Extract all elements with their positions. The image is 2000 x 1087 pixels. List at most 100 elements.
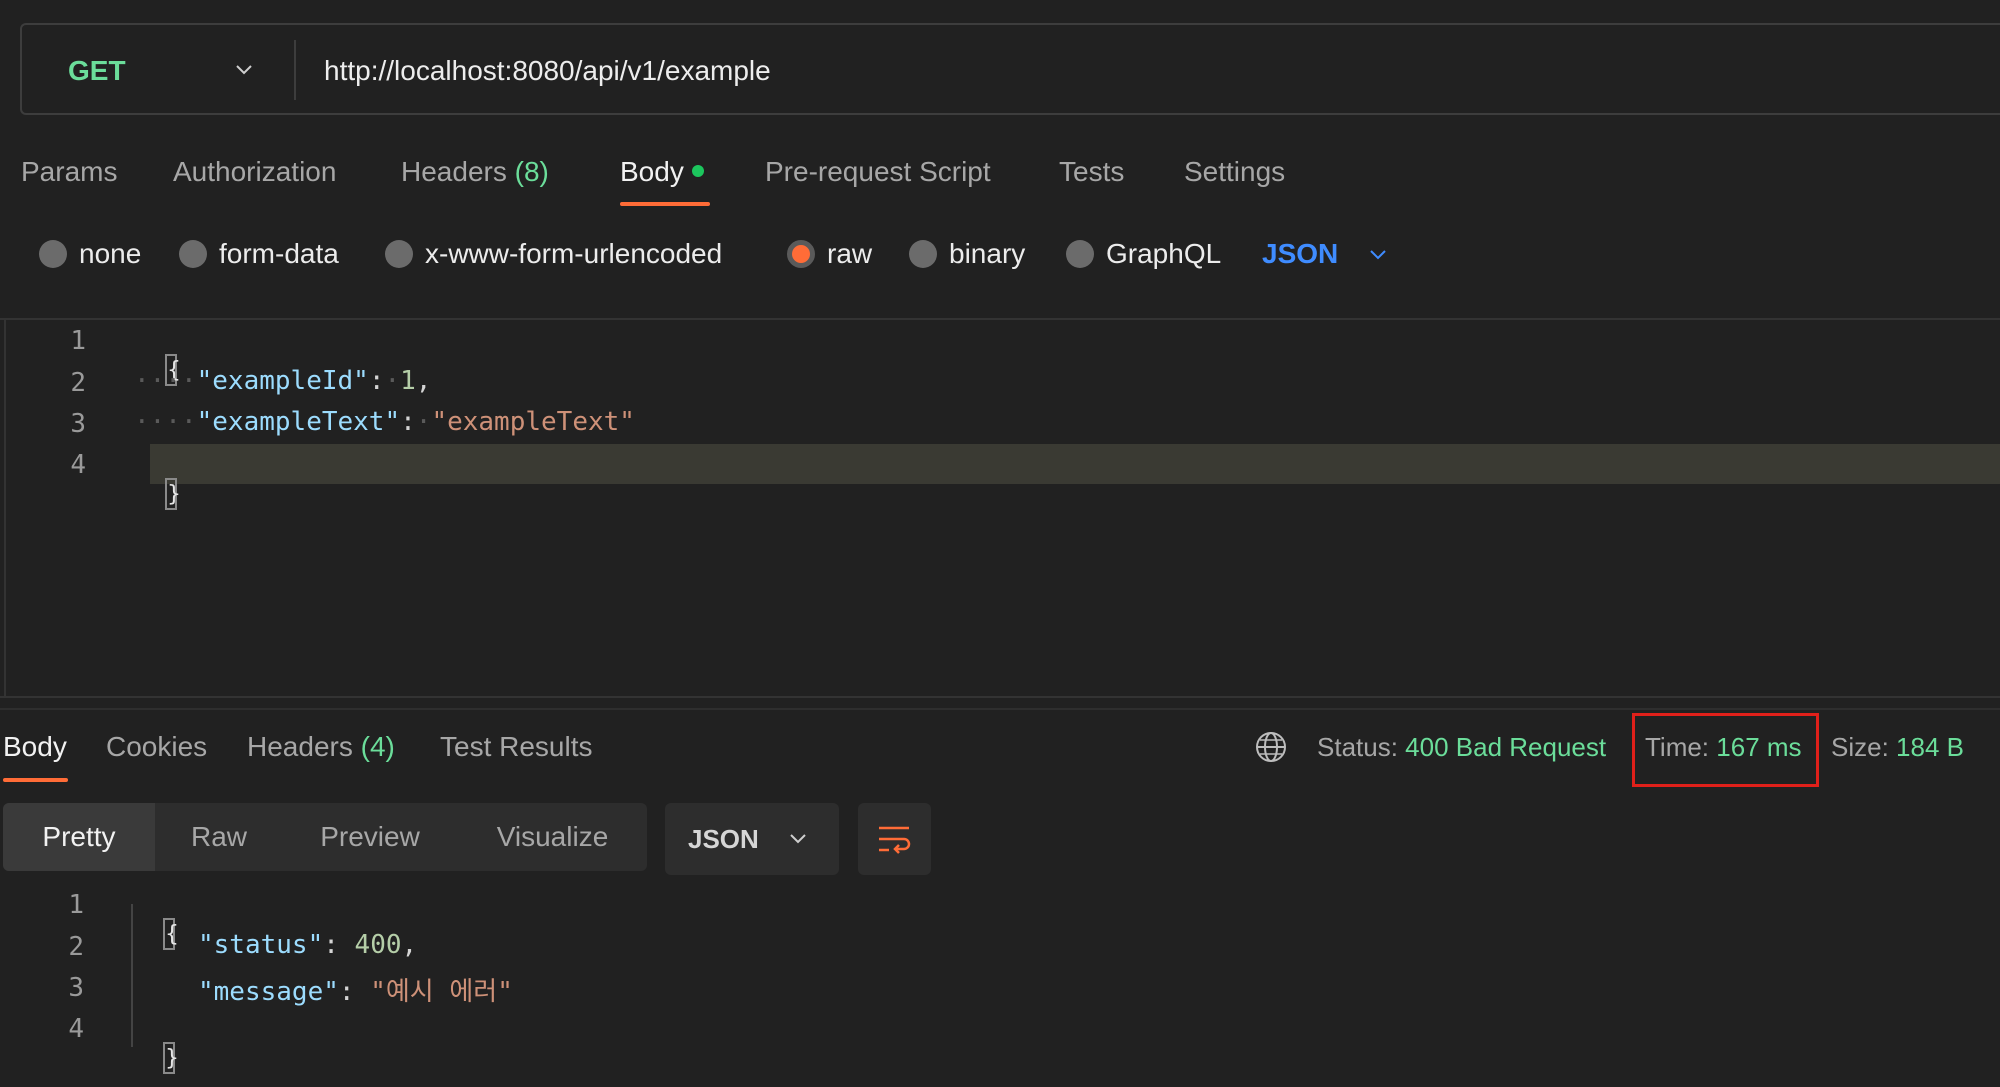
- radio-form-data[interactable]: form-data: [179, 234, 339, 274]
- tab-label: Tests: [1059, 156, 1125, 187]
- tab-label: Params: [21, 156, 118, 187]
- line-number: 2: [70, 368, 86, 398]
- chevron-down-icon[interactable]: [1366, 242, 1390, 266]
- radio-graphql[interactable]: GraphQL: [1066, 234, 1221, 274]
- code-line: }: [132, 1012, 179, 1074]
- time-highlight-box: [1632, 713, 1819, 787]
- json-value: 1: [400, 366, 416, 396]
- json-punct: :: [400, 407, 416, 437]
- json-value: 400: [354, 930, 402, 960]
- line-number: 1: [68, 890, 84, 920]
- code-line: {: [132, 888, 179, 950]
- radio-binary[interactable]: binary: [909, 234, 1025, 274]
- line-number: 1: [70, 326, 86, 356]
- response-format-label: JSON: [688, 824, 759, 854]
- radio-label: none: [79, 238, 142, 269]
- tab-label: Authorization: [173, 156, 337, 187]
- code-line: "message": "예시 에러": [198, 971, 513, 1008]
- headers-count: (8): [514, 156, 549, 187]
- tab-label: Pre-request Script: [765, 156, 991, 187]
- active-tab-underline: [3, 778, 68, 782]
- json-key: "status": [198, 930, 324, 960]
- radio-label: form-data: [219, 238, 339, 269]
- tab-params[interactable]: Params: [21, 152, 117, 192]
- line-number: 4: [68, 1014, 84, 1044]
- chevron-down-icon[interactable]: [786, 826, 810, 850]
- tab-label: Body: [620, 156, 684, 187]
- tab-authorization[interactable]: Authorization: [173, 152, 336, 192]
- json-key: "message": [198, 977, 339, 1007]
- tab-headers[interactable]: Headers (8): [401, 152, 549, 192]
- radio-label: GraphQL: [1106, 238, 1222, 269]
- view-visualize-button[interactable]: Visualize: [470, 803, 635, 871]
- radio-button[interactable]: [385, 239, 413, 268]
- active-tab-underline: [620, 202, 710, 206]
- code-line: ····"exampleText":·"exampleText": [134, 407, 635, 437]
- tab-body[interactable]: Body: [620, 152, 704, 192]
- radio-button[interactable]: [39, 239, 67, 268]
- method-select[interactable]: GET: [68, 25, 126, 117]
- status-label: Status:: [1317, 732, 1398, 762]
- url-input[interactable]: [324, 25, 1924, 117]
- close-brace: }: [163, 1042, 179, 1074]
- radio-x-www-form-urlencoded[interactable]: x-www-form-urlencoded: [385, 234, 722, 274]
- radio-none[interactable]: none: [39, 234, 141, 274]
- size-label: Size:: [1831, 732, 1889, 762]
- close-brace: }: [165, 478, 181, 510]
- body-modified-dot: [691, 164, 704, 177]
- response-tab-body[interactable]: Body: [3, 727, 67, 767]
- open-brace: {: [163, 918, 179, 950]
- radio-button[interactable]: [1066, 239, 1094, 268]
- response-tab-test-results[interactable]: Test Results: [440, 727, 593, 767]
- line-number: 4: [70, 450, 86, 480]
- active-line-highlight: [150, 444, 2000, 484]
- json-punct: ,: [415, 366, 432, 396]
- size-value: 184 B: [1896, 732, 1964, 762]
- wrap-lines-icon: [879, 826, 911, 854]
- response-tab-cookies[interactable]: Cookies: [106, 727, 207, 767]
- code-line: "status": 400,: [198, 930, 417, 960]
- space-marker: ·: [415, 407, 432, 437]
- view-raw-button[interactable]: Raw: [160, 803, 278, 871]
- tab-settings[interactable]: Settings: [1184, 152, 1285, 192]
- url-divider: [294, 40, 296, 100]
- response-size[interactable]: Size: 184 B: [1831, 727, 1964, 767]
- view-pretty-button[interactable]: Pretty: [3, 803, 155, 871]
- radio-raw[interactable]: raw: [787, 234, 872, 274]
- json-punct: :: [338, 977, 371, 1007]
- json-punct: :: [323, 930, 355, 960]
- radio-label: binary: [949, 238, 1026, 269]
- chevron-down-icon[interactable]: [232, 57, 256, 81]
- radio-button-selected[interactable]: [787, 239, 815, 268]
- json-value: "exampleText": [431, 407, 635, 437]
- tab-label: Settings: [1184, 156, 1286, 187]
- tab-label: Headers: [401, 156, 507, 187]
- radio-button[interactable]: [179, 239, 207, 268]
- raw-format-select[interactable]: JSON: [1262, 234, 1338, 274]
- line-number: 2: [68, 932, 84, 962]
- json-key: "exampleId": [196, 366, 369, 396]
- response-status[interactable]: Status: 400 Bad Request: [1317, 727, 1606, 767]
- code-line: ····"exampleId":·1,: [134, 366, 431, 396]
- globe-icon[interactable]: [1254, 730, 1288, 764]
- indent-guide: ····: [134, 366, 197, 396]
- tab-pre-request-script[interactable]: Pre-request Script: [765, 152, 991, 192]
- json-punct: ,: [401, 930, 418, 960]
- radio-label: x-www-form-urlencoded: [425, 238, 723, 269]
- radio-label: raw: [827, 238, 873, 269]
- status-value: 400 Bad Request: [1405, 732, 1607, 762]
- response-tab-headers[interactable]: Headers (4): [247, 727, 395, 767]
- radio-button[interactable]: [909, 239, 937, 268]
- url-bar: GET: [20, 23, 2000, 117]
- tab-label: Headers: [247, 731, 353, 762]
- code-line: }: [134, 448, 181, 510]
- headers-count: (4): [360, 731, 395, 762]
- tab-tests[interactable]: Tests: [1059, 152, 1124, 192]
- editor-border: [4, 320, 6, 696]
- line-number: 3: [70, 409, 86, 439]
- json-key: "exampleText": [196, 407, 401, 437]
- json-value: "예시 에러": [370, 977, 513, 1007]
- view-preview-button[interactable]: Preview: [290, 803, 450, 871]
- panel-divider[interactable]: [0, 708, 2000, 710]
- indent-guide: ····: [134, 407, 197, 437]
